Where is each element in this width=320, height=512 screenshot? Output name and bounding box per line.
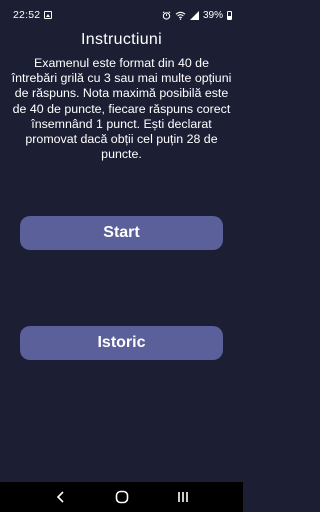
- status-bar: 22:52 39%: [0, 0, 243, 30]
- home-button[interactable]: [107, 482, 137, 512]
- status-right: 39%: [162, 10, 232, 21]
- back-button[interactable]: [46, 482, 76, 512]
- status-time: 22:52: [13, 9, 41, 21]
- home-icon: [115, 490, 128, 504]
- recents-button[interactable]: [168, 482, 198, 512]
- gallery-icon: [44, 11, 53, 19]
- page-title: Instructiuni: [81, 31, 162, 48]
- app-screen: 22:52 39% Instructiuni Examenul este for…: [0, 0, 243, 512]
- battery-icon: [227, 10, 232, 20]
- signal-icon: [189, 10, 199, 20]
- navigation-bar: [0, 482, 243, 512]
- status-left: 22:52: [13, 9, 53, 21]
- history-button[interactable]: Istoric: [20, 326, 223, 360]
- instructions-text: Examenul este format din 40 de întrebări…: [11, 56, 232, 162]
- wifi-icon: [175, 11, 186, 20]
- recents-icon: [177, 492, 188, 502]
- start-button[interactable]: Start: [20, 216, 223, 250]
- alarm-icon: [162, 10, 171, 20]
- back-icon: [56, 491, 64, 503]
- battery-percent: 39%: [202, 9, 223, 21]
